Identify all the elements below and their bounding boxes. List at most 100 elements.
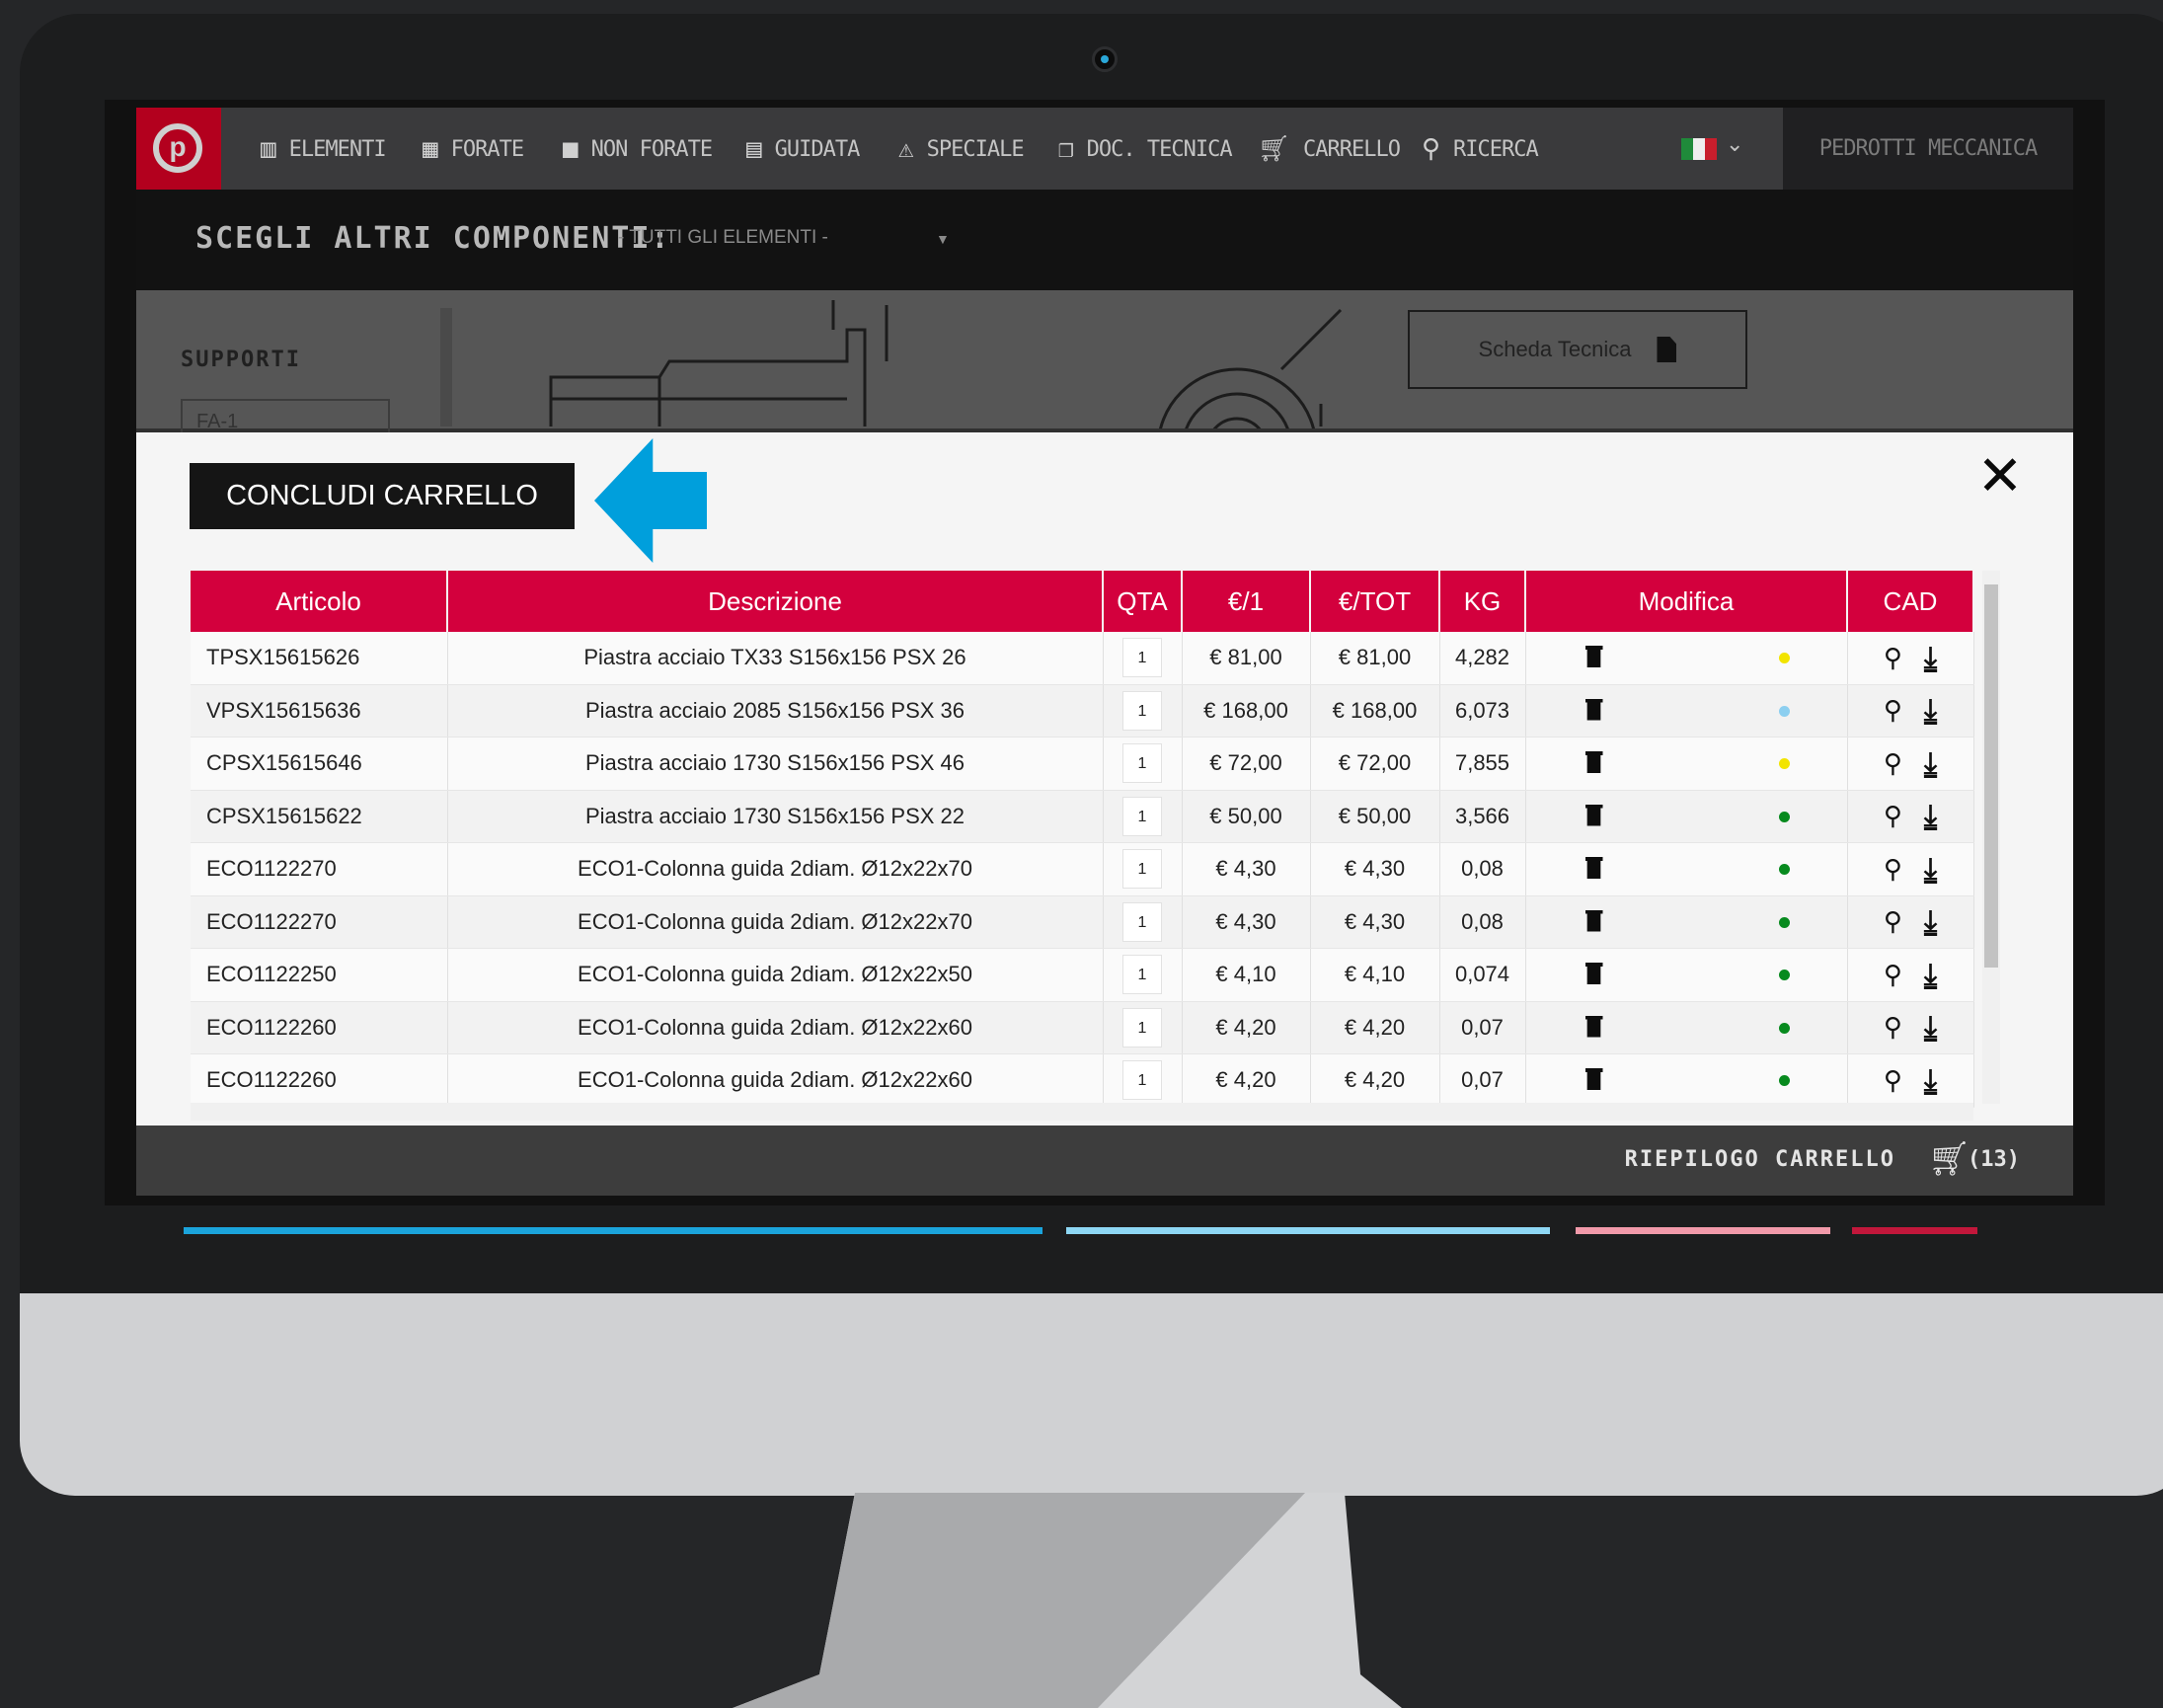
column-header[interactable]: €/1 [1182, 571, 1311, 632]
cell-descrizione: ECO1-Colonna guida 2diam. Ø12x22x60 [447, 1001, 1104, 1054]
quantity-input[interactable]: 1 [1122, 796, 1162, 836]
download-icon[interactable]: ⤓ [1924, 904, 1937, 939]
nav-item-carrello[interactable]: 🛒︎ CARRELLO [1258, 131, 1401, 167]
cell-cad: ⚲ ⤓ [1847, 1001, 1974, 1054]
search-icon[interactable]: ⚲ [1884, 695, 1902, 726]
download-icon[interactable]: ⤓ [1924, 1010, 1937, 1045]
component-select[interactable]: - TUTTI GLI ELEMENTI - [618, 227, 828, 249]
download-icon[interactable]: ⤓ [1924, 958, 1937, 992]
caret-down-icon[interactable]: ▼ [936, 231, 950, 247]
quantity-input[interactable]: 1 [1122, 849, 1162, 890]
status-dot [1778, 864, 1790, 875]
search-icon[interactable]: ⚲ [1884, 1065, 1902, 1096]
cell-total-price: € 50,00 [1310, 790, 1440, 843]
search-icon[interactable]: ⚲ [1884, 643, 1902, 673]
cell-kg: 0,07 [1439, 1001, 1526, 1054]
download-icon[interactable]: ⤓ [1924, 693, 1937, 728]
cell-articolo: ECO1122260 [191, 1053, 448, 1108]
nav-item-speciale[interactable]: ⚠ SPECIALE [898, 131, 1025, 167]
logo[interactable]: p [136, 108, 221, 190]
cell-qta: 1 [1103, 1053, 1183, 1108]
nav-item-non-forate[interactable]: ■ NON FORATE [563, 131, 713, 167]
cell-kg: 3,566 [1439, 790, 1526, 843]
search-icon[interactable]: ⚲ [1884, 748, 1902, 779]
trash-icon[interactable] [1584, 646, 1603, 667]
search-icon[interactable]: ⚲ [1884, 906, 1902, 937]
table-vertical-scrollbar[interactable] [1982, 571, 2000, 1104]
column-header[interactable]: KG [1439, 571, 1526, 632]
quantity-input[interactable]: 1 [1122, 1060, 1162, 1101]
cell-total-price: € 72,00 [1310, 737, 1440, 791]
cell-cad: ⚲ ⤓ [1847, 842, 1974, 896]
scheda-tecnica-button[interactable]: Scheda Tecnica [1408, 310, 1747, 389]
quantity-input[interactable]: 1 [1122, 955, 1162, 995]
quantity-input[interactable]: 1 [1122, 743, 1162, 784]
cell-kg: 0,08 [1439, 842, 1526, 896]
nav-item-label: GUIDATA [774, 136, 861, 162]
nav-item-label: SPECIALE [926, 136, 1025, 162]
nav-item-forate[interactable]: ▦ FORATE [423, 131, 524, 167]
cell-descrizione: ECO1-Colonna guida 2diam. Ø12x22x50 [447, 948, 1104, 1002]
trash-icon[interactable] [1584, 751, 1603, 773]
table-row: TPSX15615626 Piastra acciaio TX33 S156x15… [191, 632, 1974, 685]
trash-icon[interactable] [1584, 1015, 1603, 1038]
warning-icon: ⚠ [898, 134, 914, 164]
cell-qta: 1 [1103, 790, 1183, 843]
column-header[interactable]: €/TOT [1310, 571, 1440, 632]
cart-modal: CONCLUDI CARRELLO ✕ Articolo Descrizione… [136, 432, 2073, 1126]
search-icon[interactable]: ⚲ [1884, 960, 1902, 990]
column-header[interactable]: Articolo [191, 571, 448, 632]
brand-name[interactable]: PEDROTTI MECCANICA [1783, 108, 2073, 190]
conclude-cart-button[interactable]: CONCLUDI CARRELLO [190, 463, 575, 529]
nav-item-label: FORATE [450, 136, 524, 162]
column-header[interactable]: QTA [1103, 571, 1183, 632]
side-scrollbar[interactable] [440, 308, 452, 427]
solid-plate-icon: ■ [563, 134, 579, 164]
download-icon[interactable]: ⤓ [1924, 641, 1937, 675]
quantity-input[interactable]: 1 [1122, 1007, 1162, 1048]
download-icon[interactable]: ⤓ [1924, 799, 1937, 833]
nav-item-guidata[interactable]: ▤ GUIDATA [746, 131, 861, 167]
table-horizontal-scrollbar[interactable] [191, 1103, 1973, 1121]
quantity-input[interactable]: 1 [1122, 901, 1162, 942]
cell-unit-price: € 72,00 [1182, 737, 1311, 791]
italian-flag-icon[interactable] [1681, 138, 1717, 160]
cart-table: Articolo Descrizione QTA €/1 €/TOT KG Mo… [191, 571, 1974, 1108]
cell-descrizione: Piastra acciaio TX33 S156x156 PSX 26 [447, 632, 1104, 685]
cart-count-badge: (13) [1968, 1147, 2020, 1172]
search-icon[interactable]: ⚲ [1884, 1012, 1902, 1043]
download-icon[interactable]: ⤓ [1924, 852, 1937, 887]
cell-total-price: € 168,00 [1310, 684, 1440, 738]
trash-icon[interactable] [1584, 857, 1603, 879]
cell-unit-price: € 168,00 [1182, 684, 1311, 738]
nav-item-elementi[interactable]: ▥ ELEMENTI [261, 131, 387, 167]
search-icon[interactable]: ⚲ [1884, 801, 1902, 831]
nav-item-doc-tecnica[interactable]: ❐ DOC. TECNICA [1058, 131, 1233, 167]
screen: p ▥ ELEMENTI ▦ FORATE ■ NON FORATE ▤ GUIDATA… [136, 108, 2073, 1196]
close-icon[interactable]: ✕ [1976, 449, 2024, 505]
nav-item-label: CARRELLO [1303, 136, 1401, 162]
cell-modifica [1525, 895, 1848, 949]
download-icon[interactable]: ⤓ [1924, 1063, 1937, 1098]
cell-descrizione: Piastra acciaio 1730 S156x156 PSX 22 [447, 790, 1104, 843]
trash-icon[interactable] [1584, 698, 1603, 721]
download-icon[interactable]: ⤓ [1924, 746, 1937, 781]
trash-icon[interactable] [1584, 963, 1603, 984]
trash-icon[interactable] [1584, 909, 1603, 932]
status-dot [1778, 705, 1790, 717]
document-icon [1657, 337, 1677, 362]
nav-item-label: ELEMENTI [288, 136, 387, 162]
trash-icon[interactable] [1584, 804, 1603, 826]
riepilogo-carrello-link[interactable]: RIEPILOGO CARRELLO [1625, 1147, 1895, 1172]
nav-item-ricerca[interactable]: ⚲ RICERCA [1422, 131, 1539, 167]
search-icon[interactable]: ⚲ [1884, 854, 1902, 885]
chevron-down-icon[interactable]: ⌄ [1726, 131, 1743, 157]
trash-icon[interactable] [1584, 1068, 1603, 1090]
cart-icon[interactable]: 🛒︎ [1928, 1139, 1970, 1179]
quantity-input[interactable]: 1 [1122, 690, 1162, 731]
column-header[interactable]: Descrizione [447, 571, 1104, 632]
cell-total-price: € 4,10 [1310, 948, 1440, 1002]
scrollbar-thumb[interactable] [1984, 584, 1998, 968]
quantity-input[interactable]: 1 [1122, 638, 1162, 678]
subbar-label: SCEGLI ALTRI COMPONENTI: [195, 221, 671, 256]
